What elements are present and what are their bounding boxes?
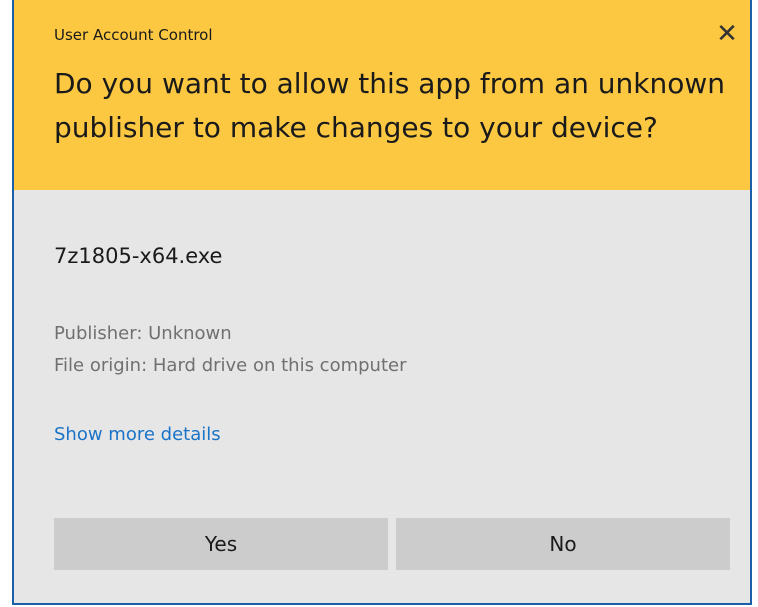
yes-button[interactable]: Yes (54, 518, 388, 570)
show-more-details-link[interactable]: Show more details (54, 424, 221, 445)
no-button[interactable]: No (396, 518, 730, 570)
publisher-row: Publisher: Unknown (54, 323, 232, 344)
file-origin-label: File origin: (54, 355, 148, 376)
program-filename: 7z1805-x64.exe (54, 244, 223, 268)
file-origin-value: Hard drive on this computer (152, 355, 407, 376)
dialog-title: User Account Control (54, 26, 213, 44)
close-icon[interactable]: ✕ (712, 20, 742, 50)
uac-dialog: User Account Control ✕ Do you want to al… (12, 0, 752, 605)
file-origin-row: File origin: Hard drive on this computer (54, 355, 406, 376)
publisher-label: Publisher: (54, 323, 143, 344)
publisher-value: Unknown (148, 323, 232, 344)
permission-question: Do you want to allow this app from an un… (54, 67, 725, 144)
dialog-header: User Account Control ✕ Do you want to al… (14, 0, 750, 190)
